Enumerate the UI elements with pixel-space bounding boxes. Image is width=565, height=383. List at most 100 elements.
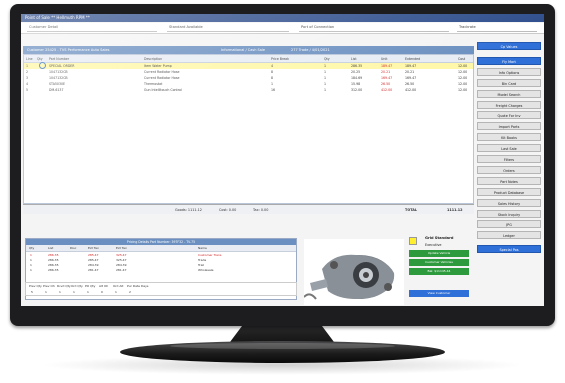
table-cell: 1 [26, 64, 29, 68]
customer-vehicles-button[interactable]: Customer Vehicles [409, 259, 469, 266]
status-value: 1 [73, 290, 75, 294]
row-lookup-icon[interactable] [39, 62, 46, 69]
status-label: Days [141, 284, 149, 288]
table-cell: 412.00 [405, 88, 417, 92]
customer-bar-left: Customer 25425 - TVS Performance Auto Sa… [27, 48, 110, 52]
pricing-row[interactable]: 1 286.35 281.47 281.47 Wholesale [26, 267, 296, 272]
col-header[interactable]: Qty [324, 57, 330, 61]
col-header[interactable]: List [351, 57, 357, 61]
sidebar-button-jpg[interactable]: JPG [477, 220, 541, 229]
table-cell: 12.00 [458, 64, 468, 68]
table-cell: 26.50 [381, 82, 391, 86]
pricing-status-strip: Prev Qty 5 Prev Oh 1 Rcvd Qty 1 Ord Qty 1 PO Qty… [25, 282, 297, 296]
pricing-cell: 281.47 [88, 267, 99, 272]
col-header[interactable]: Description [144, 57, 162, 61]
header-field-customer[interactable]: Customer Detail [29, 25, 58, 29]
sidebar-button-model-search[interactable]: Model Search [477, 89, 541, 98]
pricing-col: Name [198, 245, 207, 250]
pricing-cell: Customer Trans [198, 252, 222, 257]
table-cell: Current Radiator Hose [144, 76, 180, 80]
update-vehicle-button[interactable]: Update Vehicle [409, 250, 469, 257]
table-cell: 1 [324, 64, 327, 68]
pricing-cell: 286.35 [48, 252, 59, 257]
status-value: 1 [115, 290, 117, 294]
sidebar-button-kit-books[interactable]: Kit Books [477, 133, 541, 142]
pricing-cell: 285.47 [88, 252, 99, 257]
col-header[interactable]: Qty [37, 57, 43, 61]
col-header[interactable]: Cost [458, 57, 465, 61]
sidebar-button-last-sale[interactable]: Last Sale [477, 144, 541, 153]
table-cell: Gun Intellitouch Control [144, 88, 182, 92]
status-value: 5 [31, 290, 33, 294]
header-field-standard[interactable]: Standard Available [169, 25, 203, 29]
header-field-port[interactable]: Port of Connection [301, 25, 334, 29]
col-header[interactable]: Price Break [271, 57, 289, 61]
pricing-cell: 1 [30, 267, 32, 272]
status-label: PO Qty [85, 284, 96, 288]
col-header[interactable]: Part Number [49, 57, 69, 61]
cost-total: Cost: 0.00 [219, 207, 237, 212]
window-title: Point of Sale ** Hellmuth RPM ** [25, 15, 90, 20]
sidebar-button-bin-card[interactable]: Bin Card [477, 78, 541, 87]
sidebar-button-stock-inquiry[interactable]: Stock Inquiry [477, 209, 541, 218]
sidebar-button-quote-for-inv[interactable]: Quote For Inv [477, 111, 541, 120]
table-cell: SPECIAL ORDER [49, 64, 75, 68]
view-customer-button[interactable]: View Customer [409, 290, 469, 297]
sidebar-button-cp-values[interactable]: Cp Values [477, 42, 541, 50]
sidebar-button-sales-history[interactable]: Sales History [477, 198, 541, 207]
customer-grid-name: Grid Standard [425, 236, 454, 240]
sidebar-button-info-options[interactable]: Info Options [477, 67, 541, 76]
status-value: 1 [59, 290, 61, 294]
customer-sub: Executive [425, 243, 442, 247]
col-header[interactable]: Unit [381, 57, 388, 61]
table-cell: 189.47 [381, 64, 393, 68]
pricing-col: List [48, 245, 54, 250]
table-cell: 12.00 [458, 70, 468, 74]
table-cell: 12.00 [458, 76, 468, 80]
status-label: Rcvd Qty [57, 284, 71, 288]
pricing-cell: Trail [198, 262, 205, 267]
sidebar-button-special-pos[interactable]: Special Pos [477, 245, 541, 254]
table-cell: DM-6137 [49, 88, 64, 92]
balance-button[interactable]: Bal: $11145.44 [409, 268, 469, 275]
table-cell: 8 [271, 76, 274, 80]
table-row[interactable]: 5 DM-6137 Gun Intellitouch Control 16 1 312.0… [24, 87, 473, 93]
sidebar-button-part-notes[interactable]: Part Notes [477, 176, 541, 185]
table-cell: 169.47 [381, 76, 393, 80]
sidebar-button-freight-charges[interactable]: Freight Charges [477, 100, 541, 109]
status-label: Pur Date [127, 284, 141, 288]
pricing-cell: 325.47 [116, 252, 127, 257]
table-cell: Thermostat [144, 82, 163, 86]
table-cell: 12.00 [458, 82, 468, 86]
header-field-trackrate[interactable]: Trackrate [459, 25, 476, 29]
table-cell: 2 [26, 70, 29, 74]
sidebar-button-orders[interactable]: Orders [477, 165, 541, 174]
sidebar-button-filters[interactable]: Filters [477, 155, 541, 163]
part-photo [304, 239, 404, 305]
goods-total: Goods: 1111.12 [175, 207, 202, 212]
status-label: Ord Qty [71, 284, 83, 288]
table-cell: Current Radiator Hose [144, 70, 180, 74]
table-cell: 184.69 [351, 76, 363, 80]
pricing-cell: 1 [30, 257, 32, 262]
action-sidebar: Cp Values Fly Mart Info Options Bin Card Mod… [477, 42, 543, 292]
table-cell: 1 [324, 70, 327, 74]
col-header[interactable]: Line [26, 57, 33, 61]
sidebar-button-fly-mart[interactable]: Fly Mart [477, 56, 541, 65]
status-value: 1 [45, 290, 47, 294]
table-cell: 16 [271, 88, 276, 92]
status-value: 1 [87, 290, 89, 294]
table-cell: 12.00 [458, 88, 468, 92]
sidebar-button-ledger[interactable]: Ledger [477, 231, 541, 240]
table-cell: 4 [26, 82, 29, 86]
table-cell: Item Water Pump [144, 64, 172, 68]
pricing-cell: 325.47 [116, 257, 127, 262]
window-titlebar: Point of Sale ** Hellmuth RPM ** [21, 14, 544, 22]
screen: Point of Sale ** Hellmuth RPM ** Custome… [21, 14, 544, 306]
pricing-cell: 1 [30, 252, 32, 257]
monitor-base-highlight [170, 343, 395, 349]
col-header[interactable]: Extended [405, 57, 420, 61]
sidebar-button-import-parts[interactable]: Import Parts [477, 122, 541, 131]
table-cell: 412.00 [381, 88, 393, 92]
sidebar-button-product-database[interactable]: Product Database [477, 187, 541, 196]
